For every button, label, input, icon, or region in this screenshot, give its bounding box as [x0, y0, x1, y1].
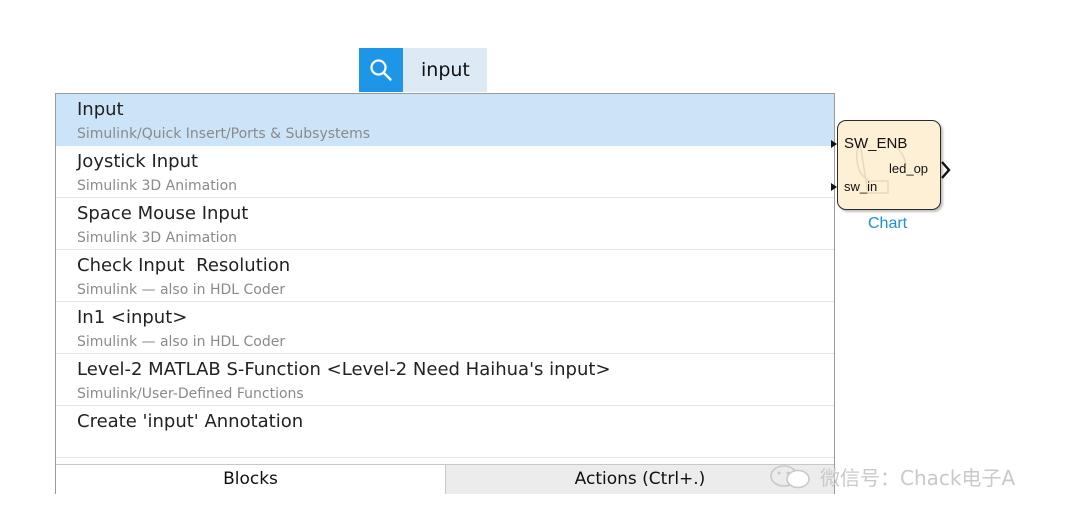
chart-block[interactable]: SW_ENB led_op sw_in: [837, 120, 941, 210]
watermark-text: 微信号：Chack电子A: [820, 466, 1016, 490]
output-port-arrow: [941, 161, 951, 179]
chart-input-port-sw-enb: SW_ENB: [844, 135, 908, 152]
search-results-popup: Input Simulink/Quick Insert/Ports & Subs…: [55, 93, 835, 494]
result-library-path: Simulink — also in HDL Coder: [77, 282, 286, 298]
tab-blocks[interactable]: Blocks: [56, 465, 446, 494]
watermark: 微信号：Chack电子A: [768, 462, 1015, 491]
result-title: Input: [77, 99, 124, 120]
chart-output-port-led-op: led_op: [889, 161, 929, 176]
result-library-path: Simulink — also in HDL Coder: [77, 334, 286, 350]
result-title: Create 'input' Annotation: [77, 411, 304, 432]
result-item-create-annotation[interactable]: Create 'input' Annotation: [56, 406, 834, 458]
result-item-in1[interactable]: In1 <input> Simulink — also in HDL Coder: [56, 302, 834, 354]
result-item-check-input-resolution[interactable]: Check Input Resolution Simulink — also i…: [56, 250, 834, 302]
result-library-path: Simulink 3D Animation: [77, 230, 238, 246]
result-title: Check Input Resolution: [77, 255, 291, 276]
quick-insert-search: input: [359, 48, 487, 92]
result-title: Space Mouse Input: [77, 203, 249, 224]
result-title: Joystick Input: [77, 151, 199, 172]
result-item-joystick-input[interactable]: Joystick Input Simulink 3D Animation: [56, 146, 834, 198]
search-button[interactable]: [359, 48, 403, 92]
result-library-path: Simulink 3D Animation: [77, 178, 238, 194]
chart-input-port-sw-in: sw_in: [844, 179, 878, 194]
search-icon: [370, 59, 392, 81]
wechat-icon: [770, 464, 810, 488]
result-library-path: Simulink/Quick Insert/Ports & Subsystems: [77, 126, 371, 142]
results-tabs: Blocks Actions (Ctrl+.): [56, 464, 834, 494]
results-list: Input Simulink/Quick Insert/Ports & Subs…: [56, 94, 834, 463]
result-library-path: Simulink/User-Defined Functions: [77, 386, 304, 402]
chart-block-name[interactable]: Chart: [868, 215, 907, 233]
result-item-level2-s-function[interactable]: Level-2 MATLAB S-Function <Level-2 Need …: [56, 354, 834, 406]
result-title: Level-2 MATLAB S-Function <Level-2 Need …: [77, 359, 611, 380]
result-title: In1 <input>: [77, 307, 188, 328]
result-item-input[interactable]: Input Simulink/Quick Insert/Ports & Subs…: [56, 94, 834, 146]
search-input[interactable]: input: [403, 48, 487, 92]
result-item-space-mouse-input[interactable]: Space Mouse Input Simulink 3D Animation: [56, 198, 834, 250]
